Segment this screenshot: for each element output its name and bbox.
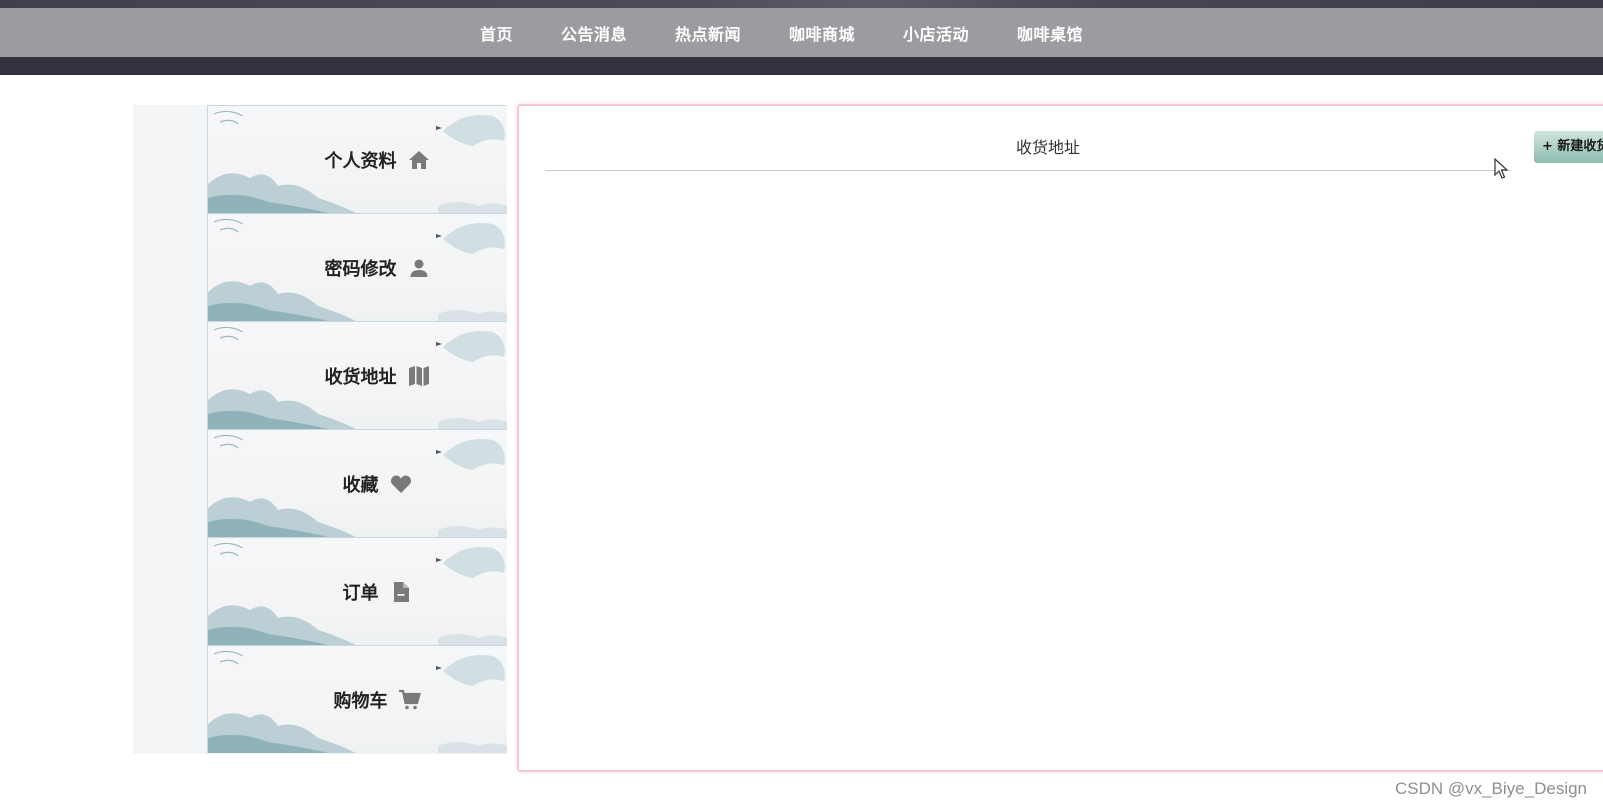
sidebar-item-password[interactable]: 密码修改 <box>207 213 507 321</box>
top-navbar: 首页 公告消息 热点新闻 咖啡商城 小店活动 咖啡桌馆 <box>0 8 1603 57</box>
nav-item-hot-news[interactable]: 热点新闻 <box>651 21 765 45</box>
sidebar: 个人资料 密码修改 收货地址 收藏 订单 购物车 <box>207 105 507 754</box>
sidebar-item-label: 订单 <box>342 582 379 604</box>
mouse-cursor-icon <box>1494 158 1508 179</box>
watermark: CSDN @vx_Biye_Design <box>1394 779 1587 798</box>
sidebar-item-cart[interactable]: 购物车 <box>207 645 507 753</box>
home-icon <box>407 148 431 172</box>
heart-icon <box>389 472 413 496</box>
sidebar-item-content: 个人资料 <box>208 106 507 213</box>
sidebar-item-address[interactable]: 收货地址 <box>207 321 507 429</box>
nav-bottom-bar <box>0 57 1603 75</box>
sidebar-item-content: 购物车 <box>208 646 507 753</box>
nav-item-announcements[interactable]: 公告消息 <box>537 21 651 45</box>
nav-links: 首页 公告消息 热点新闻 咖啡商城 小店活动 咖啡桌馆 <box>456 21 1107 45</box>
sidebar-item-label: 收货地址 <box>324 366 397 388</box>
cart-icon <box>398 688 422 712</box>
new-address-button[interactable]: + 新建收货 <box>1534 131 1603 163</box>
sidebar-item-content: 订单 <box>208 538 507 645</box>
title-divider <box>545 170 1510 171</box>
sidebar-item-content: 收藏 <box>208 430 507 537</box>
sidebar-item-favorites[interactable]: 收藏 <box>207 429 507 537</box>
sidebar-item-label: 购物车 <box>333 690 388 712</box>
sidebar-item-profile[interactable]: 个人资料 <box>207 105 507 213</box>
sidebar-item-content: 密码修改 <box>208 214 507 321</box>
user-icon <box>407 256 431 280</box>
sidebar-item-content: 收货地址 <box>208 322 507 429</box>
nav-item-store-events[interactable]: 小店活动 <box>879 21 993 45</box>
sidebar-item-label: 收藏 <box>342 474 379 496</box>
nav-item-home[interactable]: 首页 <box>456 21 537 45</box>
map-icon <box>407 364 431 388</box>
nav-item-coffee-shop[interactable]: 咖啡商城 <box>765 21 879 45</box>
page-title: 收货地址 <box>1015 138 1080 157</box>
address-panel: 收货地址 + 新建收货 <box>517 104 1603 772</box>
top-strip <box>0 0 1603 8</box>
file-icon <box>389 580 413 604</box>
sidebar-item-label: 密码修改 <box>324 258 397 280</box>
nav-item-coffee-tables[interactable]: 咖啡桌馆 <box>993 21 1107 45</box>
sidebar-item-label: 个人资料 <box>324 150 397 172</box>
sidebar-item-orders[interactable]: 订单 <box>207 537 507 645</box>
